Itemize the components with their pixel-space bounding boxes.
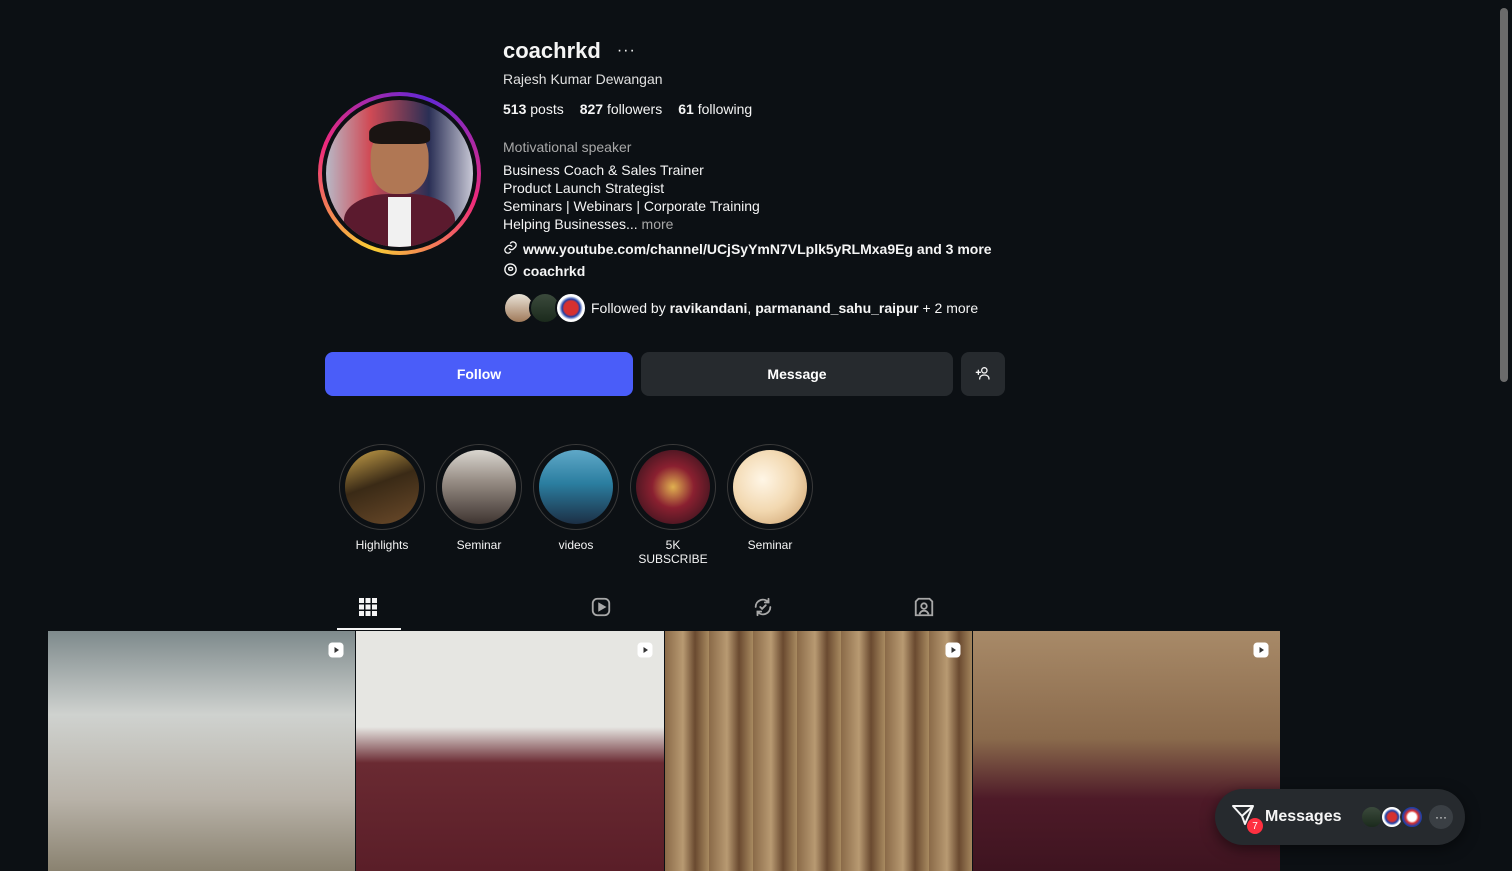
posts-count: 513 [503, 101, 527, 117]
messages-avatars [1360, 805, 1424, 829]
followed-by-suffix: + 2 more [922, 300, 979, 316]
unread-badge: 7 [1247, 818, 1263, 834]
highlight-ring [339, 444, 425, 530]
profile-link[interactable]: www.youtube.com/channel/UCjSyYmN7VLplk5y… [503, 240, 992, 258]
followed-by-prefix: Followed by [591, 300, 666, 316]
highlight-label: 5K SUBSCRIBE [638, 538, 708, 566]
suggested-users-button[interactable] [961, 352, 1005, 396]
highlight-ring [533, 444, 619, 530]
add-user-icon [975, 365, 991, 384]
highlight-item[interactable]: videos [533, 444, 619, 552]
highlight-cover [539, 450, 613, 524]
bio-line: Seminars | Webinars | Corporate Training [503, 198, 760, 214]
threads-icon [503, 262, 518, 280]
messages-widget[interactable]: 7 Messages ··· [1215, 789, 1465, 845]
bio-line: Product Launch Strategist [503, 180, 665, 196]
page-scrollbar[interactable] [1496, 0, 1512, 871]
reel-icon [636, 641, 654, 659]
profile-avatar[interactable] [318, 92, 481, 255]
profile-bio: Business Coach & Sales Trainer Product L… [503, 161, 760, 233]
followed-by[interactable]: Followed by ravikandani, parmanand_sahu_… [503, 292, 978, 324]
link-icon [503, 240, 518, 258]
avatar-image [326, 100, 473, 247]
message-button[interactable]: Message [641, 352, 953, 396]
follow-button[interactable]: Follow [325, 352, 633, 396]
avatar-hair [368, 120, 431, 145]
highlight-item[interactable]: Seminar [727, 444, 813, 552]
followed-by-text: Followed by ravikandani, parmanand_sahu_… [591, 300, 978, 316]
followed-by-separator: , [747, 300, 752, 316]
reel-icon [1252, 641, 1270, 659]
highlight-ring [436, 444, 522, 530]
following-count: 61 [678, 101, 694, 117]
tab-tagged[interactable] [844, 588, 1006, 630]
bio-line: Helping Businesses... [503, 216, 638, 232]
highlight-item[interactable]: 5K SUBSCRIBE [630, 444, 716, 566]
followers-count: 827 [579, 101, 604, 117]
post-thumbnail[interactable] [664, 631, 972, 871]
followed-by-user[interactable]: parmanand_sahu_raipur [755, 300, 918, 316]
followed-by-user[interactable]: ravikandani [670, 300, 748, 316]
highlight-label: Seminar [747, 538, 793, 552]
threads-link[interactable]: coachrkd [503, 262, 585, 280]
avatar [1400, 805, 1424, 829]
highlight-cover [636, 450, 710, 524]
messages-label: Messages [1265, 808, 1342, 825]
username-row: coachrkd ··· [503, 38, 636, 64]
following-stat[interactable]: 61 following [678, 101, 752, 117]
avatar-shirt [387, 197, 412, 247]
threads-handle[interactable]: coachrkd [523, 263, 585, 279]
tagged-icon [913, 596, 935, 623]
avatar [555, 292, 587, 324]
highlight-item[interactable]: Highlights [339, 444, 425, 552]
highlight-item[interactable]: Seminar [436, 444, 522, 552]
posts-grid [48, 631, 1280, 871]
highlight-label: Seminar [456, 538, 502, 552]
grid-icon [359, 597, 377, 621]
bio-more-link[interactable]: more [642, 216, 674, 232]
followers-stat[interactable]: 827 followers [580, 101, 663, 117]
link-text[interactable]: www.youtube.com/channel/UCjSyYmN7VLplk5y… [523, 241, 992, 257]
highlight-cover [345, 450, 419, 524]
highlight-ring [630, 444, 716, 530]
posts-label: posts [530, 101, 564, 117]
profile-stats: 513 posts 827 followers 61 following [503, 101, 752, 117]
avatar-border [322, 96, 477, 251]
following-label: following [697, 101, 753, 117]
highlight-cover [442, 450, 516, 524]
profile-full-name: Rajesh Kumar Dewangan [503, 71, 663, 87]
profile-category: Motivational speaker [503, 139, 632, 155]
profile-tabs [325, 588, 1005, 630]
bio-line-truncated: Helping Businesses... more [503, 215, 760, 233]
posts-stat: 513 posts [503, 101, 564, 117]
reels-icon [590, 596, 612, 623]
tab-reposts[interactable] [682, 588, 844, 630]
scrollbar-thumb[interactable] [1500, 8, 1508, 382]
bio-line: Business Coach & Sales Trainer [503, 162, 704, 178]
tab-reels[interactable] [521, 588, 683, 630]
followers-label: followers [606, 101, 663, 117]
options-icon[interactable]: ··· [617, 42, 636, 60]
highlight-label: videos [558, 538, 594, 552]
highlight-cover [733, 450, 807, 524]
profile-username: coachrkd [503, 38, 601, 63]
followed-by-avatars [503, 292, 587, 324]
highlight-ring [727, 444, 813, 530]
tab-posts[interactable] [325, 588, 521, 630]
post-thumbnail[interactable] [48, 631, 356, 871]
more-avatars-icon: ··· [1429, 805, 1453, 829]
reel-icon [944, 641, 962, 659]
highlight-label: Highlights [355, 538, 409, 552]
post-thumbnail[interactable] [356, 631, 664, 871]
reposts-icon [752, 596, 774, 623]
reel-icon [327, 641, 345, 659]
